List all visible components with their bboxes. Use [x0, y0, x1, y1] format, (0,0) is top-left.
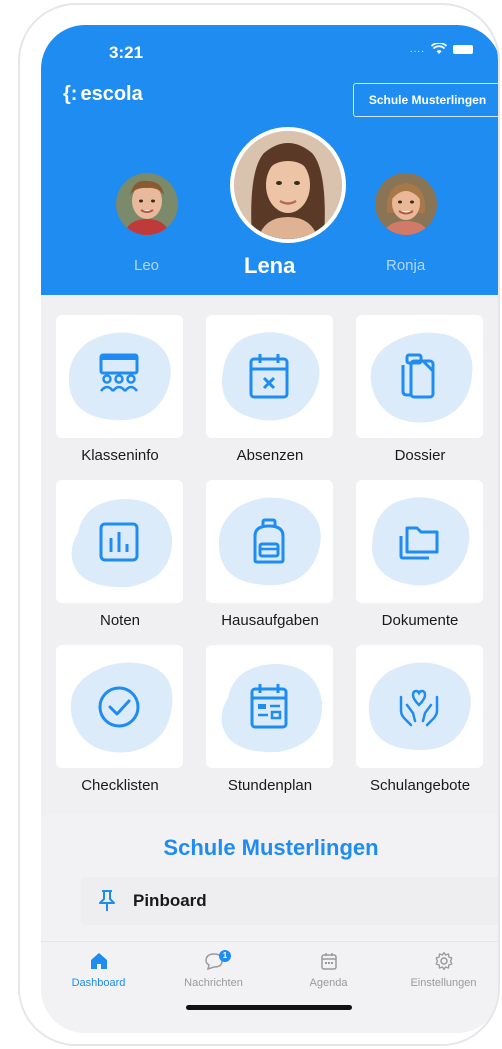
school-title: Schule Musterlingen — [163, 835, 379, 860]
tile-stundenplan[interactable] — [206, 645, 333, 768]
tile-checklisten[interactable] — [56, 645, 183, 768]
home-icon — [90, 953, 107, 969]
tile-label-dossier: Dossier — [394, 447, 446, 464]
tile-label-klasseninfo: Klasseninfo — [81, 447, 159, 464]
tile-dossier[interactable] — [356, 315, 483, 438]
tab-einstellungen[interactable]: Einstellungen — [386, 950, 498, 989]
tile-label-dokumente: Dokumente — [381, 612, 459, 629]
tile-label-hausaufgaben: Hausaufgaben — [221, 612, 319, 629]
profile-name-ronja[interactable]: Ronja — [386, 257, 425, 274]
avatar-lena[interactable] — [230, 127, 346, 243]
battery-icon — [453, 44, 473, 54]
tab-einstellungen-label: Einstellungen — [410, 977, 477, 989]
tile-label-schulangebote: Schulangebote — [369, 777, 471, 794]
logo-mark-icon: {: — [63, 83, 78, 105]
tile-schulangebote[interactable] — [356, 645, 483, 768]
app-screen: 3:21 .... {: escola Schule Musterlingen — [41, 25, 498, 1033]
tab-bar: Dashboard 1 Nachrichten Agenda Einstellu… — [41, 941, 498, 1033]
folders-icon — [399, 526, 439, 560]
tile-klasseninfo[interactable] — [56, 315, 183, 438]
tab-agenda-label: Agenda — [309, 977, 348, 989]
pinboard-label: Pinboard — [133, 891, 207, 910]
logo-text: escola — [80, 83, 143, 105]
backpack-icon — [253, 518, 285, 564]
school-select-button[interactable]: Schule Musterlingen — [353, 83, 498, 117]
class-info-icon — [99, 353, 139, 392]
phone-frame: 3:21 .... {: escola Schule Musterlingen — [18, 3, 500, 1046]
home-indicator[interactable] — [186, 1005, 352, 1010]
tab-nachrichten-label: Nachrichten — [184, 977, 243, 989]
pin-icon — [99, 890, 115, 911]
calendar-x-icon — [249, 354, 289, 399]
tile-hausaufgaben[interactable] — [206, 480, 333, 603]
app-logo: {: escola — [63, 83, 143, 106]
tile-label-checklisten: Checklisten — [81, 777, 159, 794]
profile-name-lena[interactable]: Lena — [244, 253, 295, 279]
wifi-icon — [431, 43, 447, 54]
check-circle-icon — [98, 686, 140, 728]
header: 3:21 .... {: escola Schule Musterlingen — [41, 25, 498, 295]
tile-label-stundenplan: Stundenplan — [227, 777, 313, 794]
tile-dokumente[interactable] — [356, 480, 483, 603]
tile-noten[interactable] — [56, 480, 183, 603]
status-icons: .... — [410, 43, 473, 55]
calendar-icon — [320, 953, 337, 970]
status-time: 3:21 — [109, 43, 144, 62]
tab-nachrichten[interactable]: 1 Nachrichten — [156, 950, 271, 989]
avatar-ronja[interactable] — [375, 173, 437, 235]
clipboard-copy-icon — [401, 353, 435, 399]
dashboard-grid: Klasseninfo Absenzen Dossier Noten Hausa… — [41, 295, 498, 815]
profile-name-leo[interactable]: Leo — [134, 257, 159, 274]
tab-dashboard[interactable]: Dashboard — [41, 950, 156, 989]
gear-icon — [435, 951, 452, 971]
bar-chart-icon — [99, 522, 139, 562]
avatar-leo[interactable] — [116, 173, 178, 235]
tile-label-absenzen: Absenzen — [236, 447, 304, 464]
tab-agenda[interactable]: Agenda — [271, 950, 386, 989]
hands-heart-icon — [399, 689, 439, 727]
timetable-icon — [250, 684, 288, 729]
tile-label-noten: Noten — [99, 612, 141, 629]
pinboard-row[interactable]: Pinboard — [81, 877, 498, 925]
message-badge: 1 — [219, 950, 231, 962]
tile-absenzen[interactable] — [206, 315, 333, 438]
signal-icon: .... — [409, 43, 425, 55]
tab-dashboard-label: Dashboard — [71, 977, 126, 989]
